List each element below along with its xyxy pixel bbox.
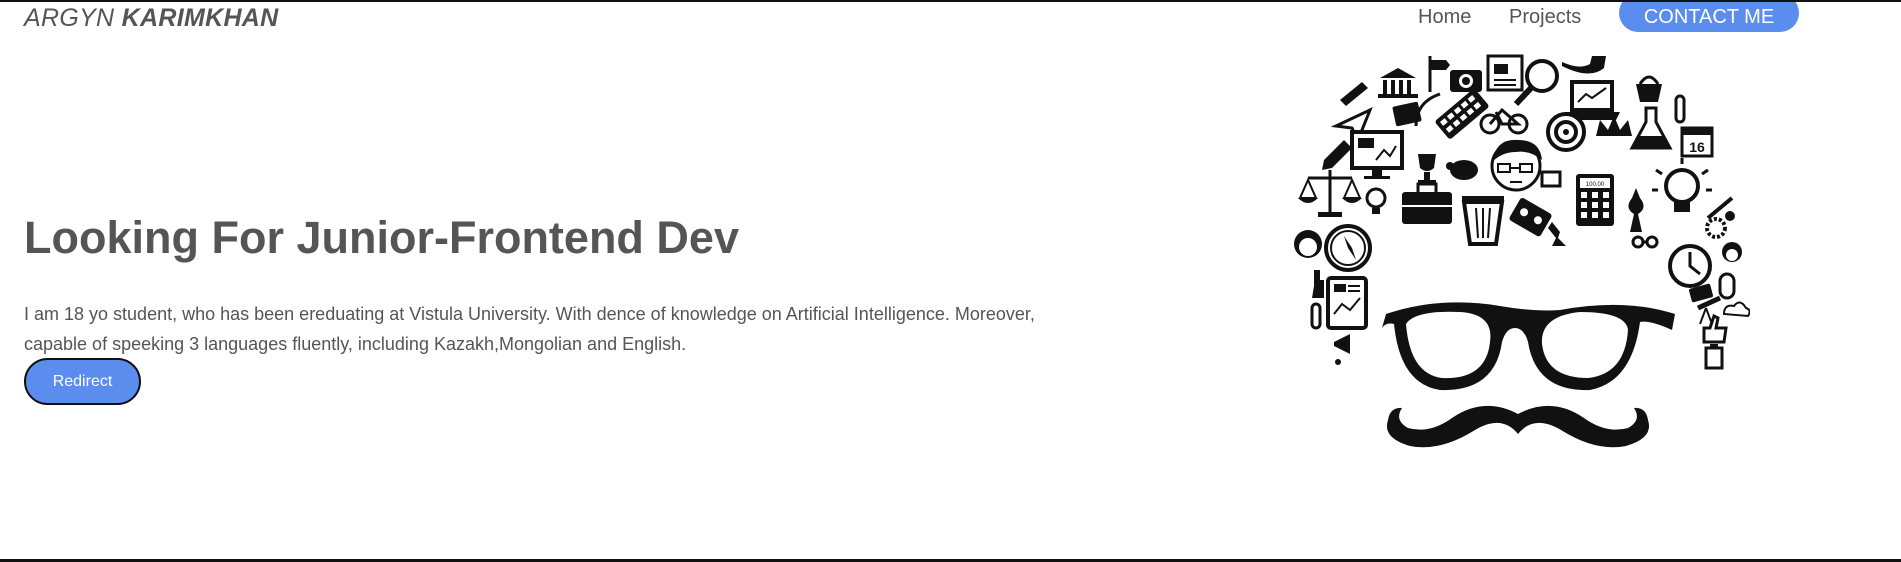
calculator-icon: 100.00 <box>1576 174 1614 226</box>
compass-icon <box>1324 224 1372 272</box>
glasses-icon <box>1382 302 1675 391</box>
calendar-day-label: 16 <box>1689 139 1705 155</box>
logo-first-name: ARGYN <box>24 4 115 32</box>
mouse-icon <box>1718 272 1736 300</box>
calculator-display-label: 100.00 <box>1586 182 1605 188</box>
clipboard-icon <box>1704 344 1724 370</box>
hero-description: I am 18 yo student, who has been ereduat… <box>24 304 1035 354</box>
page: ARGYN KARIMKHAN Home Projects CONTACT ME… <box>0 0 1901 562</box>
cassette-icon <box>1509 197 1552 237</box>
hero-title: Looking For Junior-Frontend Dev <box>24 212 739 263</box>
pencil-icon <box>1322 140 1352 170</box>
person-icon <box>1294 230 1322 258</box>
picture-icon <box>1540 170 1562 188</box>
bank-icon <box>1378 68 1418 98</box>
piggy-bank-icon <box>1446 160 1478 180</box>
camera-icon <box>1450 70 1482 92</box>
basket-icon <box>1636 75 1662 102</box>
idea-lightbulb-icon <box>1652 158 1712 212</box>
flask-icon <box>1629 106 1673 150</box>
briefcase-icon <box>1402 182 1452 224</box>
person-right-icon <box>1722 242 1742 262</box>
clock-icon <box>1668 244 1712 288</box>
face-icon <box>1490 139 1542 192</box>
trash-can-icon <box>1461 196 1505 246</box>
target-icon <box>1546 112 1586 152</box>
signpost-icon <box>1428 56 1450 92</box>
keyboard-icon <box>1414 89 1489 139</box>
mustache-icon <box>1386 405 1650 448</box>
site-logo[interactable]: ARGYN KARIMKHAN <box>24 4 279 33</box>
test-tube-left-icon <box>1310 302 1322 330</box>
microscope-icon <box>1548 222 1566 246</box>
pipe-icon <box>1562 56 1606 74</box>
nav-home-link[interactable]: Home <box>1418 6 1471 29</box>
nerd-head-illustration: 16 100.00 <box>1290 52 1750 492</box>
calendar-icon: 16 <box>1680 126 1714 158</box>
nav-projects-link[interactable]: Projects <box>1509 6 1581 29</box>
chess-piece-icon <box>1628 188 1644 232</box>
contact-me-button[interactable]: CONTACT ME <box>1619 2 1799 32</box>
megaphone-icon <box>1334 334 1350 365</box>
hand-icon <box>1312 270 1324 298</box>
logo-last-name: KARIMKHAN <box>121 4 279 32</box>
test-tube-icon <box>1674 94 1686 124</box>
newspaper-icon <box>1486 54 1524 92</box>
cloud-icon <box>1722 301 1750 318</box>
redirect-button[interactable]: Redirect <box>24 358 141 405</box>
bicycle-icon <box>1479 107 1529 135</box>
scales-icon <box>1298 170 1362 217</box>
tablet-icon <box>1326 276 1368 330</box>
pen-icon <box>1340 82 1368 106</box>
lightbulb-small-icon <box>1365 187 1387 214</box>
monitor-icon <box>1350 130 1404 179</box>
trophy-icon <box>1418 154 1436 184</box>
binoculars-icon <box>1631 235 1659 249</box>
thumbs-up-icon <box>1702 313 1728 344</box>
